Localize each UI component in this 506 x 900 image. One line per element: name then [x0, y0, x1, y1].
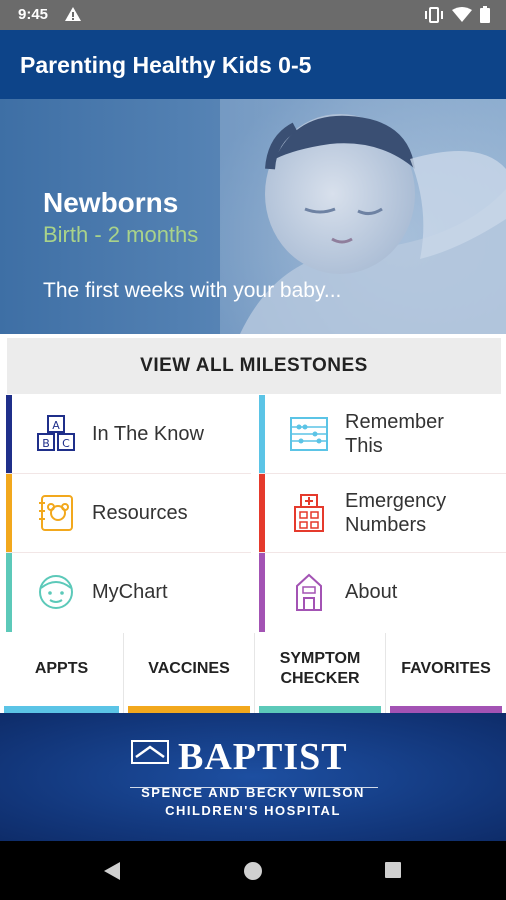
tab-accent-bar [4, 706, 119, 713]
wifi-icon [452, 6, 472, 28]
tile-accent-bar [6, 553, 12, 632]
baptist-emblem-icon [131, 740, 169, 764]
status-time: 9:45 [18, 6, 49, 23]
home-icon[interactable] [242, 860, 264, 887]
tile-accent-bar [259, 553, 265, 632]
tile-label: Remember This [345, 411, 444, 457]
brand-subtitle-line2: CHILDREN'S HOSPITAL [165, 803, 341, 818]
brand-subtitle-line1: SPENCE AND BECKY WILSON [141, 785, 365, 800]
svg-text:A: A [52, 419, 60, 432]
app-bar: Parenting Healthy Kids 0-5 [0, 30, 506, 99]
system-nav-bar [0, 841, 506, 900]
recents-icon[interactable] [383, 860, 403, 885]
feature-grid: A B C In The Know Remember This Resource… [0, 395, 506, 633]
tab-favorites[interactable]: FAVORITES [386, 633, 506, 713]
hospital-icon [294, 494, 324, 532]
tile-remember-this[interactable]: Remember This [259, 395, 506, 474]
tile-about[interactable]: About [259, 553, 506, 632]
child-face-icon [39, 575, 73, 609]
tab-label: FAVORITES [401, 660, 491, 677]
tab-accent-bar [128, 706, 250, 713]
tile-label: Emergency Numbers [345, 490, 447, 536]
tab-accent-bar [390, 706, 502, 713]
tile-mychart[interactable]: MyChart [6, 553, 251, 632]
bottom-tabs: APPTS VACCINES SYMPTOM CHECKER FAVORITES [0, 633, 506, 713]
warning-icon [64, 6, 82, 27]
tab-vaccines[interactable]: VACCINES [124, 633, 255, 713]
vibrate-icon [424, 6, 444, 28]
tile-label: MyChart [92, 581, 168, 603]
tab-appts[interactable]: APPTS [0, 633, 124, 713]
hero-banner[interactable]: Newborns Birth - 2 months The first week… [0, 99, 506, 334]
tile-accent-bar [6, 474, 12, 552]
baptist-logo: BAPTIST [130, 735, 378, 791]
tab-symptom-checker[interactable]: SYMPTOM CHECKER [255, 633, 386, 713]
view-all-milestones-button[interactable]: VIEW ALL MILESTONES [7, 338, 501, 394]
tile-label: About [345, 581, 398, 603]
tile-resources[interactable]: Resources [6, 474, 251, 553]
back-icon[interactable] [102, 860, 122, 887]
brand-name: BAPTIST [178, 736, 348, 778]
battery-icon [480, 6, 490, 28]
tab-label: VACCINES [148, 660, 230, 677]
status-bar: 9:45 [0, 0, 506, 30]
tab-label: APPTS [34, 660, 89, 677]
hero-description: The first weeks with your baby... [43, 279, 342, 302]
tab-label: SYMPTOM CHECKER [279, 650, 361, 687]
tile-emergency-numbers[interactable]: Emergency Numbers [259, 474, 506, 553]
tile-label: In The Know [92, 423, 204, 445]
tile-in-the-know[interactable]: A B C In The Know [6, 395, 251, 474]
abacus-icon [290, 417, 328, 451]
svg-text:C: C [62, 437, 70, 450]
tile-label: Resources [92, 502, 188, 524]
hero-subtitle: Birth - 2 months [43, 222, 199, 247]
hospital-banner[interactable]: BAPTIST SPENCE AND BECKY WILSON CHILDREN… [0, 713, 506, 841]
abc-blocks-icon: A B C [37, 415, 75, 451]
tile-accent-bar [6, 395, 12, 473]
notebook-icon [39, 495, 73, 531]
app-title: Parenting Healthy Kids 0-5 [20, 52, 312, 78]
tab-accent-bar [259, 706, 381, 713]
hero-title: Newborns [43, 187, 179, 218]
tile-accent-bar [259, 474, 265, 552]
status-icons [424, 6, 490, 28]
tile-accent-bar [259, 395, 265, 473]
svg-text:B: B [42, 437, 50, 450]
building-icon [296, 573, 322, 611]
